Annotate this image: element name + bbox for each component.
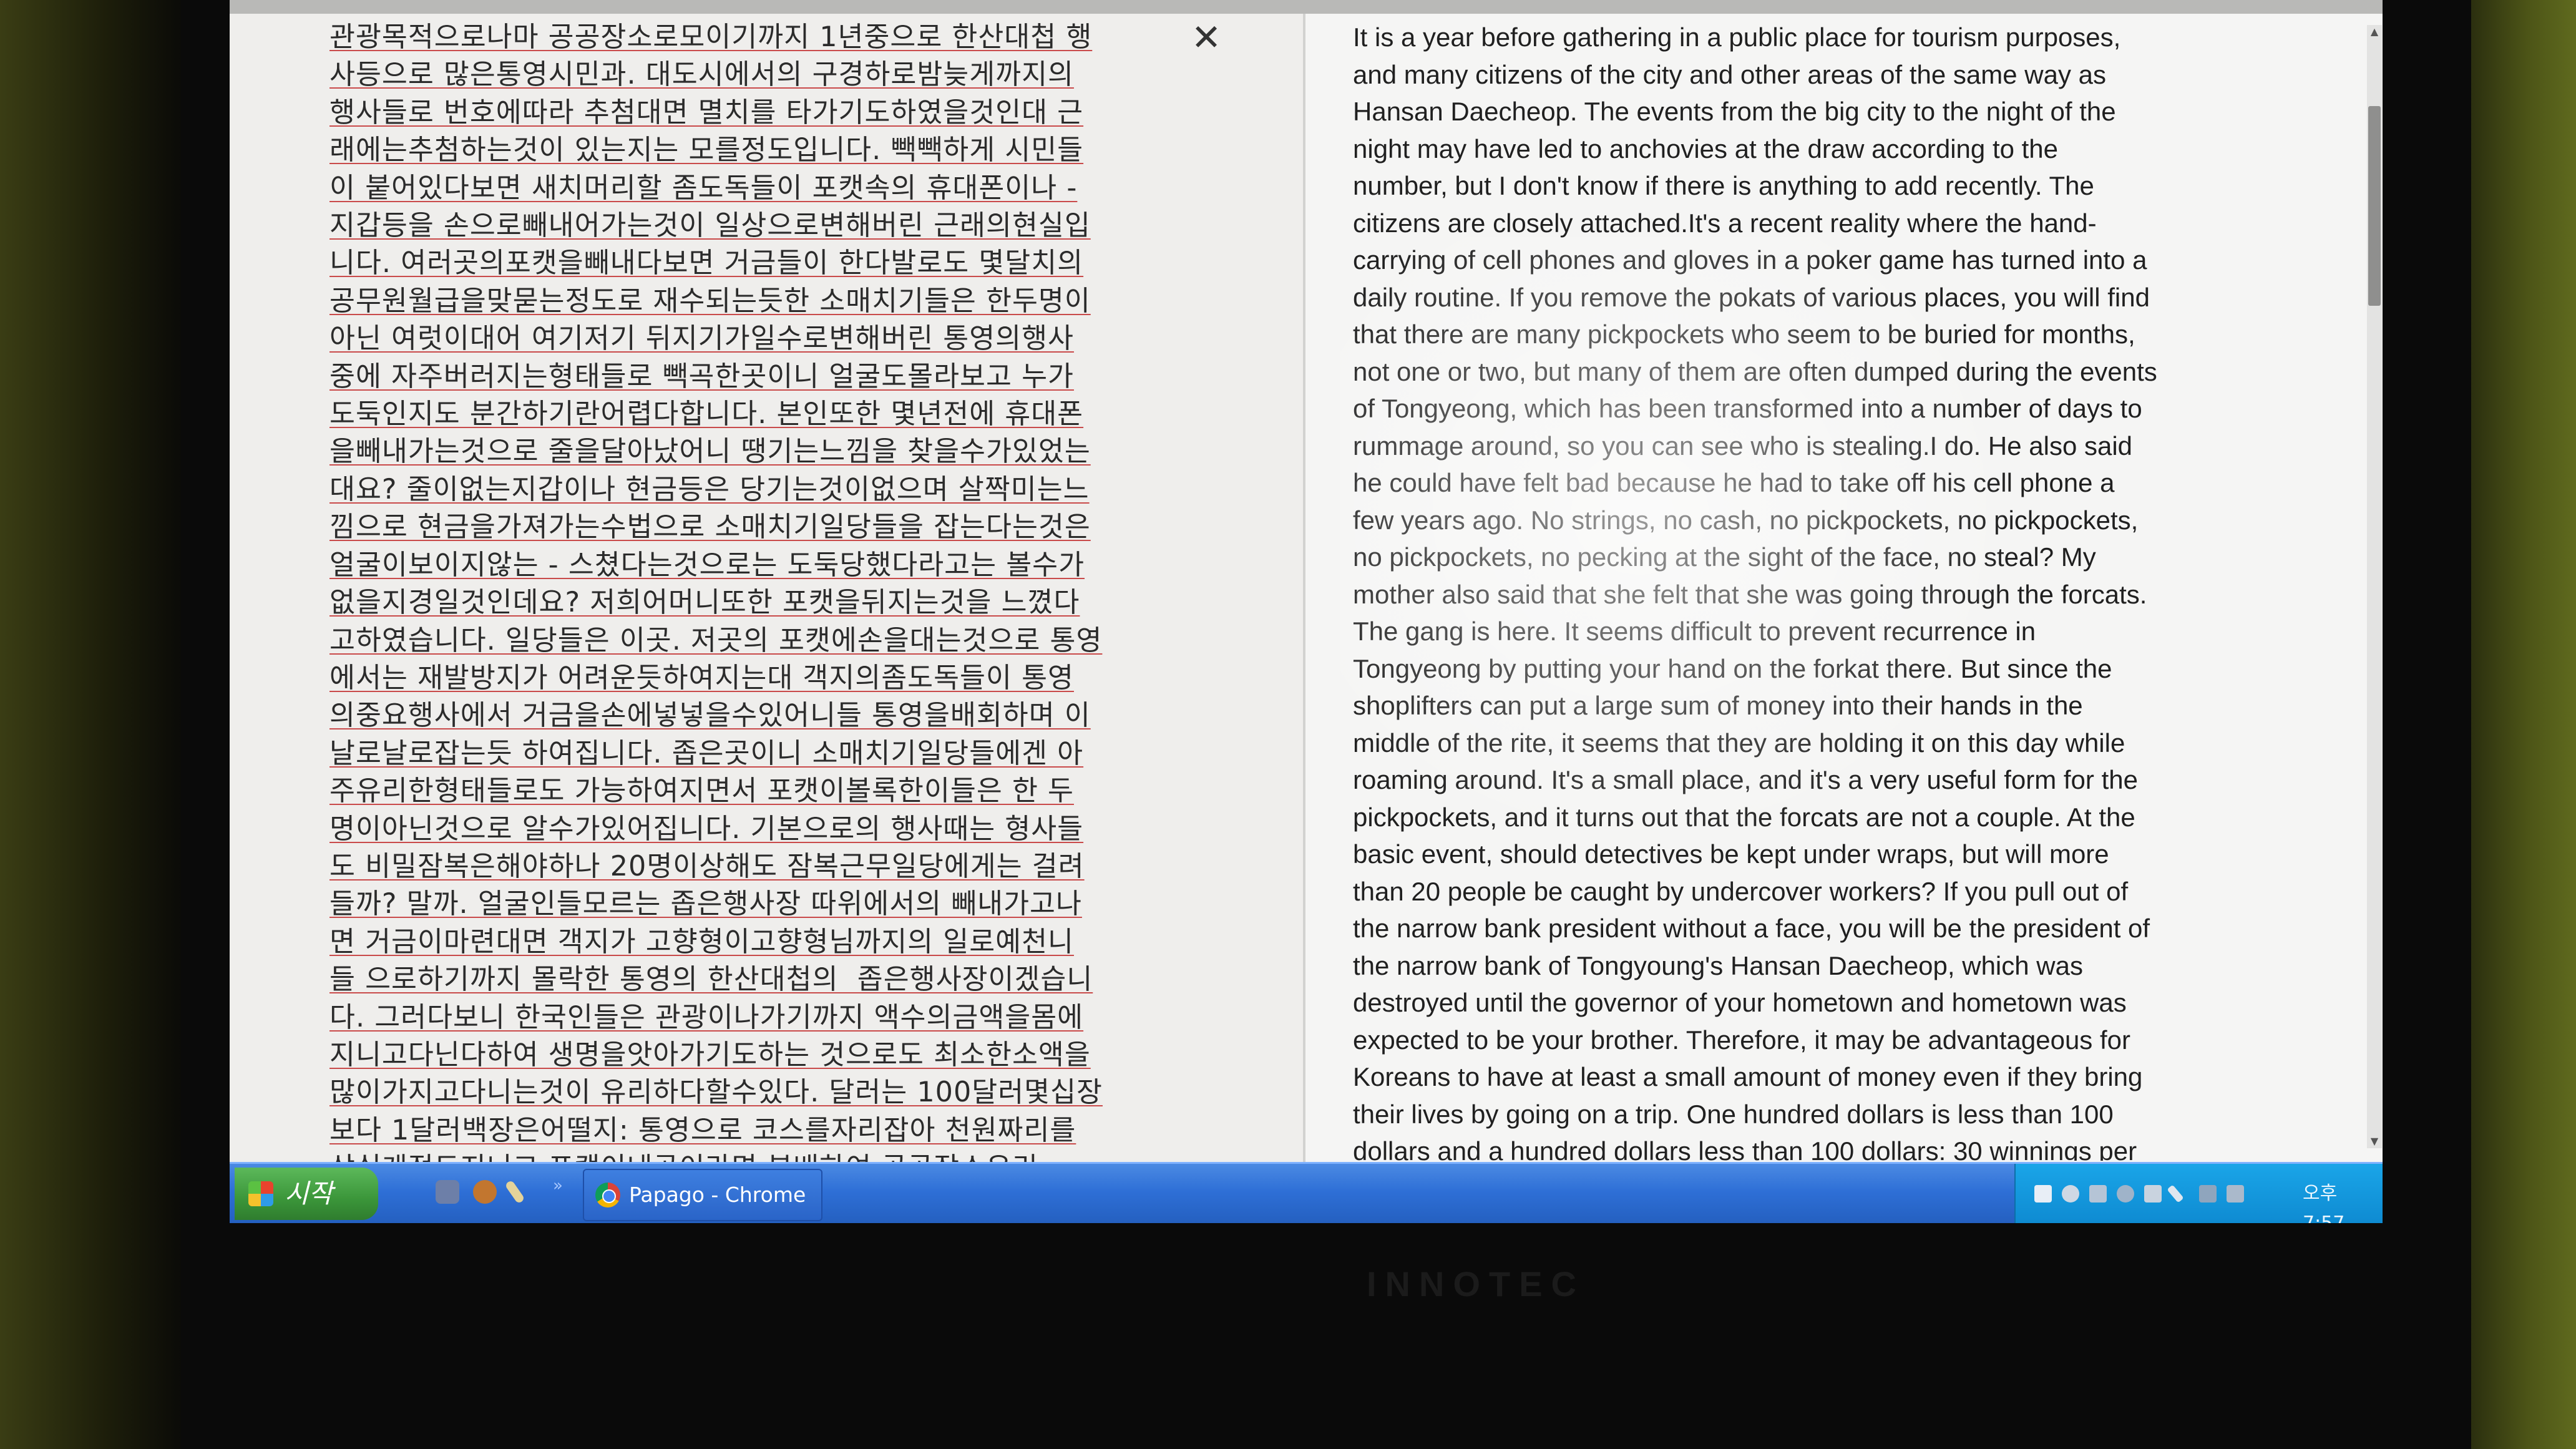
- taskbar-item-label: Papago - Chrome: [629, 1183, 806, 1207]
- update-icon[interactable]: [2199, 1185, 2217, 1203]
- source-text-panel[interactable]: 관광목적으로나마 공공장소로모이기까지 1년중으로 한산대첩 행 사등으로 많은…: [230, 14, 1303, 1162]
- windows-logo-icon: [248, 1181, 273, 1206]
- power-icon[interactable]: [2144, 1185, 2162, 1203]
- source-textarea[interactable]: 관광목적으로나마 공공장소로모이기까지 1년중으로 한산대첩 행 사등으로 많은…: [329, 19, 1259, 1162]
- translation-text: It is a year before gathering in a publi…: [1353, 22, 2157, 1161]
- start-button[interactable]: 시작: [235, 1168, 378, 1220]
- display-icon[interactable]: [2227, 1185, 2244, 1203]
- pen-icon[interactable]: [504, 1179, 525, 1204]
- start-label: 시작: [285, 1178, 333, 1209]
- background-wall-right: [2471, 0, 2576, 1449]
- taskbar-item-papago-chrome[interactable]: Papago - Chrome: [583, 1169, 822, 1221]
- window-top-edge: [230, 0, 2383, 15]
- taskbar-clock[interactable]: 오후 7:57: [2303, 1179, 2383, 1223]
- quick-launch-expand-icon[interactable]: »: [553, 1176, 563, 1195]
- clear-text-button[interactable]: ✕: [1188, 19, 1225, 56]
- network-icon[interactable]: [2062, 1185, 2079, 1203]
- scroll-up-arrow-icon[interactable]: ▲: [2367, 25, 2382, 39]
- close-icon: ✕: [1191, 16, 1222, 59]
- pen-tray-icon[interactable]: [2167, 1184, 2184, 1203]
- monitor-screen: 관광목적으로나마 공공장소로모이기까지 1년중으로 한산대첩 행 사등으로 많은…: [230, 0, 2383, 1223]
- media-player-icon[interactable]: [473, 1180, 497, 1204]
- taskbar: 시작 » Papago - Chrome 오후 7:57: [230, 1162, 2383, 1223]
- chrome-icon: [595, 1183, 620, 1208]
- monitor-brand-logo: INNOTEC: [1367, 1264, 1585, 1304]
- scrollbar-thumb[interactable]: [2368, 106, 2381, 306]
- system-tray: 오후 7:57: [2014, 1164, 2383, 1223]
- vertical-scrollbar[interactable]: ▲ ▼: [2367, 25, 2382, 1148]
- volume-icon[interactable]: [2089, 1185, 2107, 1203]
- ie-icon[interactable]: [436, 1180, 459, 1204]
- background-wall-left: [0, 0, 181, 1449]
- language-bar-icon[interactable]: [2034, 1185, 2052, 1203]
- security-icon[interactable]: [2117, 1185, 2134, 1203]
- scroll-down-arrow-icon[interactable]: ▼: [2367, 1134, 2382, 1148]
